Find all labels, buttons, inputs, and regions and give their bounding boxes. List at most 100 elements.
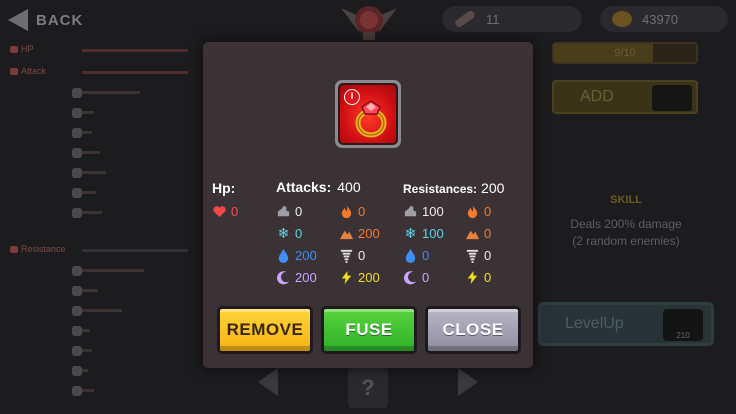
stat-bar	[82, 131, 92, 134]
remove-button[interactable]: REMOVE	[217, 306, 313, 354]
back-label: BACK	[36, 11, 84, 29]
resist-dark-stat: 0	[403, 268, 429, 286]
resist-lightning-stat: 0	[465, 268, 491, 286]
fuse-button[interactable]: FUSE	[321, 306, 417, 354]
lightning-icon	[467, 270, 478, 284]
fire-icon	[467, 204, 478, 218]
stat-bar	[82, 269, 144, 272]
coins-count: 43970	[642, 11, 679, 27]
sidebar-row	[0, 206, 200, 220]
item-background: I	[338, 83, 398, 145]
mountain-icon	[465, 230, 480, 239]
dark-icon	[72, 208, 82, 218]
wind-icon	[72, 188, 82, 198]
water-drop-icon	[278, 248, 289, 263]
crescent-moon-icon	[276, 270, 290, 284]
attack-lightning-stat: 200	[339, 268, 380, 286]
next-arrow-icon[interactable]	[458, 368, 478, 396]
sidebar-row	[0, 324, 200, 338]
equipment-slot[interactable]	[652, 85, 692, 111]
water-icon	[72, 346, 82, 356]
physical-icon	[72, 88, 82, 98]
resistance-bar	[82, 249, 188, 252]
stat-bar	[82, 309, 122, 312]
levelup-cost: 210	[663, 309, 703, 341]
scrolls-count: 11	[486, 11, 500, 27]
top-bar: BACK 11 43970	[0, 0, 736, 40]
rank-emblem-icon	[341, 6, 397, 40]
stat-bar	[82, 171, 106, 174]
resist-water-stat: 0	[403, 246, 429, 264]
scroll-icon	[453, 9, 477, 29]
ice-icon	[72, 128, 82, 138]
hp-header: Hp:	[212, 180, 236, 196]
stat-bar	[82, 289, 98, 292]
levelup-button[interactable]: LevelUp 210	[538, 302, 714, 346]
resistances-header: Resistances: 200	[403, 180, 505, 196]
physical-icon	[72, 266, 82, 276]
fire-icon	[72, 286, 82, 296]
sidebar-row	[0, 106, 200, 120]
snowflake-icon: ❄	[404, 224, 417, 241]
add-button[interactable]: ADD	[552, 80, 698, 114]
fist-icon	[277, 205, 290, 216]
stat-bar	[82, 211, 102, 214]
stat-bar	[82, 349, 92, 352]
close-button[interactable]: CLOSE	[425, 306, 521, 354]
sidebar-row	[0, 86, 200, 100]
attack-wind-stat: 0	[339, 246, 365, 264]
sidebar-hp-label: HP	[10, 44, 34, 54]
fuse-label: FUSE	[345, 320, 393, 339]
sidebar-row	[0, 186, 200, 200]
resist-earth-stat: 0	[465, 224, 491, 242]
levelup-label: LevelUp	[565, 315, 624, 332]
sidebar-resistance-label: Resistance	[10, 244, 66, 254]
shield-icon	[10, 245, 18, 253]
stat-bar	[82, 151, 100, 154]
heart-icon	[10, 45, 18, 53]
fist-icon	[404, 205, 417, 216]
scrolls-counter[interactable]: 11	[442, 6, 582, 32]
stat-bar	[82, 369, 88, 372]
crescent-moon-icon	[403, 270, 417, 284]
back-button[interactable]: BACK	[8, 8, 83, 32]
water-icon	[72, 168, 82, 178]
skill-title: SKILL	[610, 194, 642, 206]
resist-physical-stat: 100	[403, 202, 444, 220]
sidebar-attack-row: Attack	[0, 66, 200, 80]
attack-earth-stat: 200	[339, 224, 380, 242]
coins-counter[interactable]: 43970	[600, 6, 728, 32]
sidebar-row	[0, 304, 200, 318]
lightning-icon	[341, 270, 352, 284]
stat-bar	[82, 389, 94, 392]
close-label: CLOSE	[442, 320, 504, 339]
fire-icon	[72, 108, 82, 118]
sidebar-attack-label: Attack	[10, 66, 46, 76]
stat-bar	[82, 91, 140, 94]
attack-water-stat: 200	[276, 246, 317, 264]
tornado-icon	[466, 249, 479, 263]
resist-wind-stat: 0	[465, 246, 491, 264]
item-tier-badge: I	[344, 89, 360, 105]
tornado-icon	[340, 249, 353, 263]
attack-dark-stat: 200	[276, 268, 317, 286]
snowflake-icon: ❄	[277, 224, 290, 241]
attack-ice-stat: ❄ 0	[277, 224, 303, 241]
help-button[interactable]: ?	[348, 368, 388, 408]
stat-bar	[82, 111, 94, 114]
earth-icon	[72, 326, 82, 336]
add-label: ADD	[580, 88, 614, 105]
sidebar-row	[0, 146, 200, 160]
dark-icon	[72, 386, 82, 396]
previous-arrow-icon[interactable]	[258, 368, 278, 396]
resist-fire-stat: 0	[465, 202, 491, 220]
sidebar-row	[0, 264, 200, 278]
item-details-modal: I Hp: Attacks: 400 Resistances: 200 0 0 ❄ …	[203, 42, 533, 368]
hp-bar	[82, 49, 188, 52]
stat-bar	[82, 191, 96, 194]
skill-description: Deals 200% damage (2 random enemies)	[570, 217, 682, 248]
water-drop-icon	[405, 248, 416, 263]
ice-icon	[72, 306, 82, 316]
item-slot: I	[335, 80, 401, 148]
attacks-header: Attacks: 400	[276, 179, 361, 195]
